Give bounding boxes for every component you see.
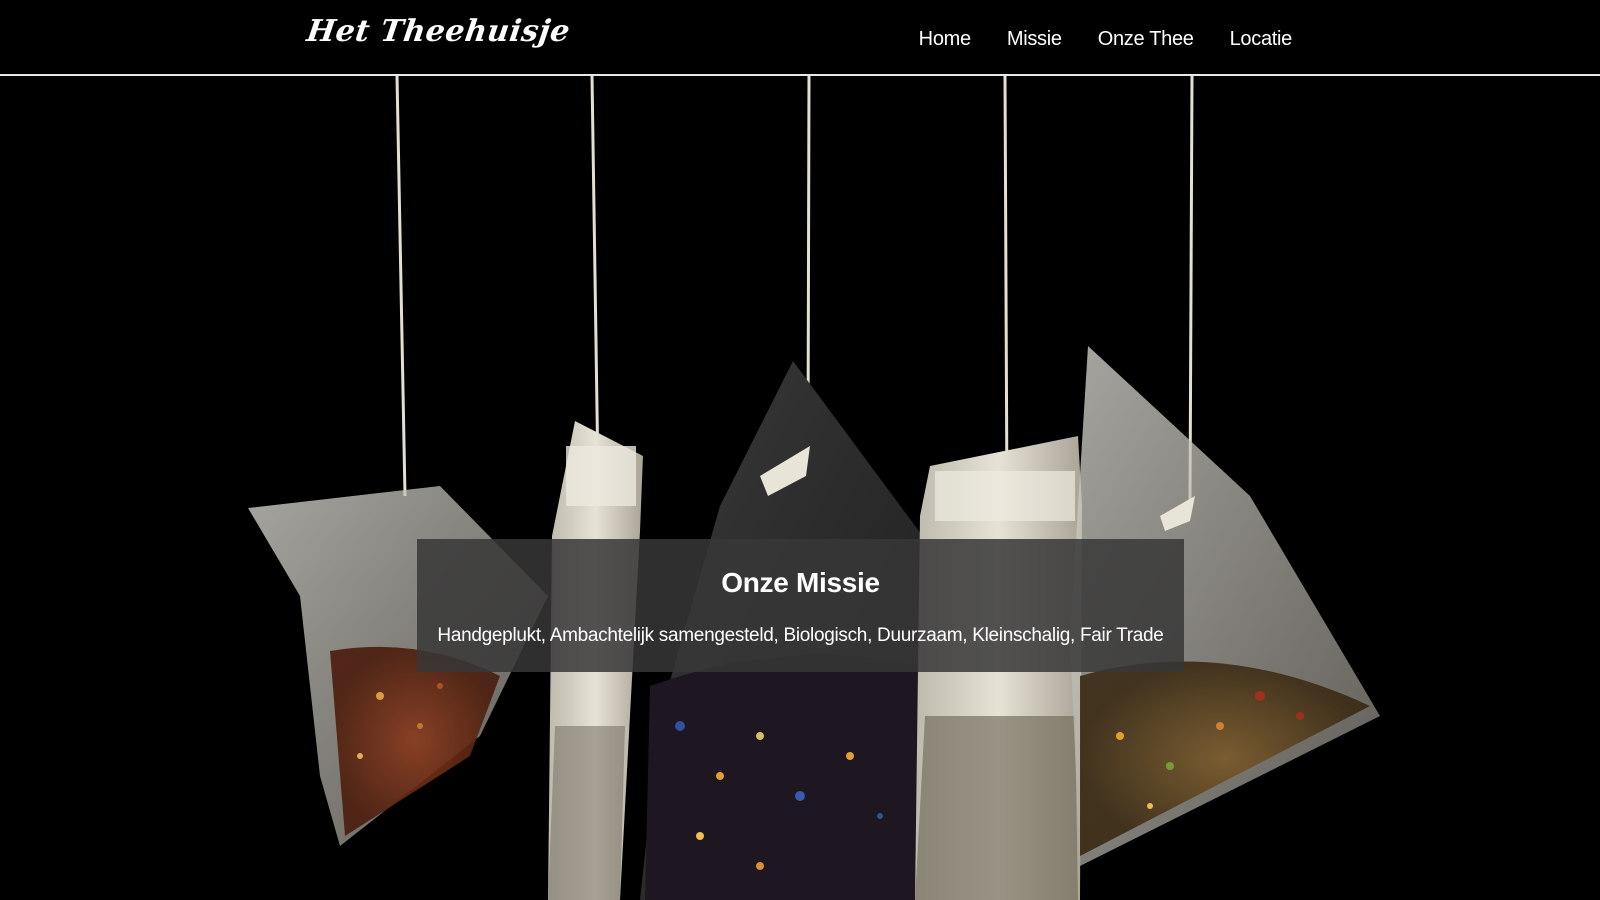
mission-section: Onze Missie Handgeplukt, Ambachtelijk sa… (417, 539, 1184, 672)
nav-onze-thee-link[interactable]: Onze Thee (1098, 28, 1194, 51)
nav-home-link[interactable]: Home (919, 28, 971, 51)
tea-bags-illustration (248, 76, 1380, 900)
hero-image (0, 76, 1600, 900)
site-header: Het Theehuisje Home Missie Onze Thee Loc… (0, 0, 1600, 76)
string-2 (590, 76, 600, 477)
main-nav: Home Missie Onze Thee Locatie (883, 28, 1293, 51)
string-1 (395, 76, 407, 497)
mission-title: Onze Missie (721, 567, 880, 598)
string-5 (1188, 76, 1194, 502)
string-4 (1003, 76, 1009, 507)
nav-missie-link[interactable]: Missie (1007, 28, 1062, 51)
site-logo[interactable]: Het Theehuisje (305, 14, 573, 49)
nav-locatie-link[interactable]: Locatie (1230, 28, 1293, 51)
page: Het Theehuisje Home Missie Onze Thee Loc… (0, 0, 1600, 900)
mission-text: Handgeplukt, Ambachtelijk samengesteld, … (437, 625, 1164, 646)
